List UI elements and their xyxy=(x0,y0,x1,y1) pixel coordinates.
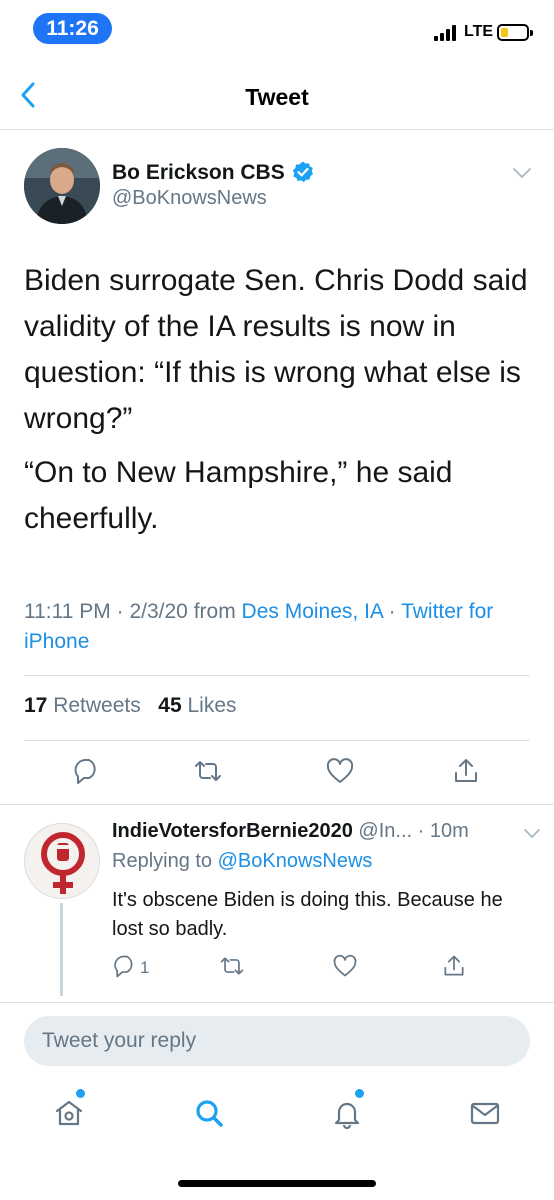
tweet-location-link[interactable]: Des Moines, IA xyxy=(242,600,383,623)
divider xyxy=(24,740,530,741)
author-handle[interactable]: @BoKnowsNews xyxy=(112,187,267,210)
reply-time: 10m xyxy=(429,820,469,842)
reply-header: IndieVotersforBernie2020 @In... · 10m xyxy=(112,820,469,842)
likes-count: 45 xyxy=(158,694,182,717)
bell-icon[interactable] xyxy=(330,1096,364,1130)
signal-icon xyxy=(434,25,460,41)
retweets-label: Retweets xyxy=(53,694,141,717)
share-icon[interactable] xyxy=(451,756,481,786)
from-label: from xyxy=(193,600,236,623)
section-divider xyxy=(0,1002,554,1003)
retweets-count: 17 xyxy=(24,694,48,717)
reply-action-bar xyxy=(0,953,554,983)
verified-badge-icon xyxy=(292,161,313,183)
replying-prefix: Replying to xyxy=(112,850,213,872)
tweet-paragraph: “On to New Hampshire,” he said cheerfull… xyxy=(24,456,453,535)
reply-composer[interactable] xyxy=(24,1016,530,1066)
likes-stat[interactable]: 45 Likes xyxy=(158,694,236,717)
chevron-down-icon[interactable] xyxy=(523,828,541,840)
reply-input[interactable] xyxy=(42,1016,512,1066)
comment-icon[interactable] xyxy=(112,953,138,979)
home-indicator[interactable] xyxy=(178,1180,376,1187)
network-label: LTE xyxy=(464,23,494,40)
comment-icon[interactable] xyxy=(72,756,102,786)
divider xyxy=(24,675,530,676)
page-title: Tweet xyxy=(245,84,309,110)
heart-icon[interactable] xyxy=(332,953,358,979)
search-icon[interactable] xyxy=(192,1096,226,1130)
retweet-icon[interactable] xyxy=(193,756,223,786)
reply-count: 1 xyxy=(140,958,150,977)
retweets-stat[interactable]: 17 Retweets xyxy=(24,694,141,717)
tweet-date: 2/3/20 xyxy=(129,600,188,623)
section-divider xyxy=(0,804,554,805)
home-notification-dot xyxy=(76,1089,85,1098)
share-icon[interactable] xyxy=(441,953,467,979)
replying-to-link[interactable]: @BoKnowsNews xyxy=(218,850,373,872)
tweet-time: 11:11 PM xyxy=(24,600,111,623)
author-avatar[interactable] xyxy=(24,148,100,224)
tweet-meta: 11:11 PM · 2/3/20 from Des Moines, IA · … xyxy=(24,600,494,653)
replying-to: Replying to @BoKnowsNews xyxy=(112,850,372,873)
home-icon[interactable] xyxy=(52,1096,86,1130)
reply-author-name[interactable]: IndieVotersforBernie2020 xyxy=(112,820,353,842)
retweet-icon[interactable] xyxy=(219,953,245,979)
author-name[interactable]: Bo Erickson CBS xyxy=(112,161,285,185)
tweet-paragraph: Biden surrogate Sen. Chris Dodd said val… xyxy=(24,264,528,435)
chevron-down-icon[interactable] xyxy=(512,166,532,180)
heart-icon[interactable] xyxy=(325,756,355,786)
reply-avatar[interactable] xyxy=(24,823,100,899)
envelope-icon[interactable] xyxy=(468,1096,502,1130)
status-bar: 11:26 LTE xyxy=(0,0,554,56)
tweet-stats: 17 Retweets 45 Likes xyxy=(24,694,237,718)
reply-text: It's obscene Biden is doing this. Becaus… xyxy=(112,889,503,940)
likes-label: Likes xyxy=(187,694,237,717)
reply-author-handle[interactable]: @In... xyxy=(358,820,412,842)
battery-icon xyxy=(497,24,533,41)
nav-header: Tweet xyxy=(0,56,554,130)
status-time: 11:26 xyxy=(33,13,112,44)
tweet-text: Biden surrogate Sen. Chris Dodd said val… xyxy=(24,258,534,550)
tweet-action-bar xyxy=(0,756,554,790)
notifications-dot xyxy=(355,1089,364,1098)
